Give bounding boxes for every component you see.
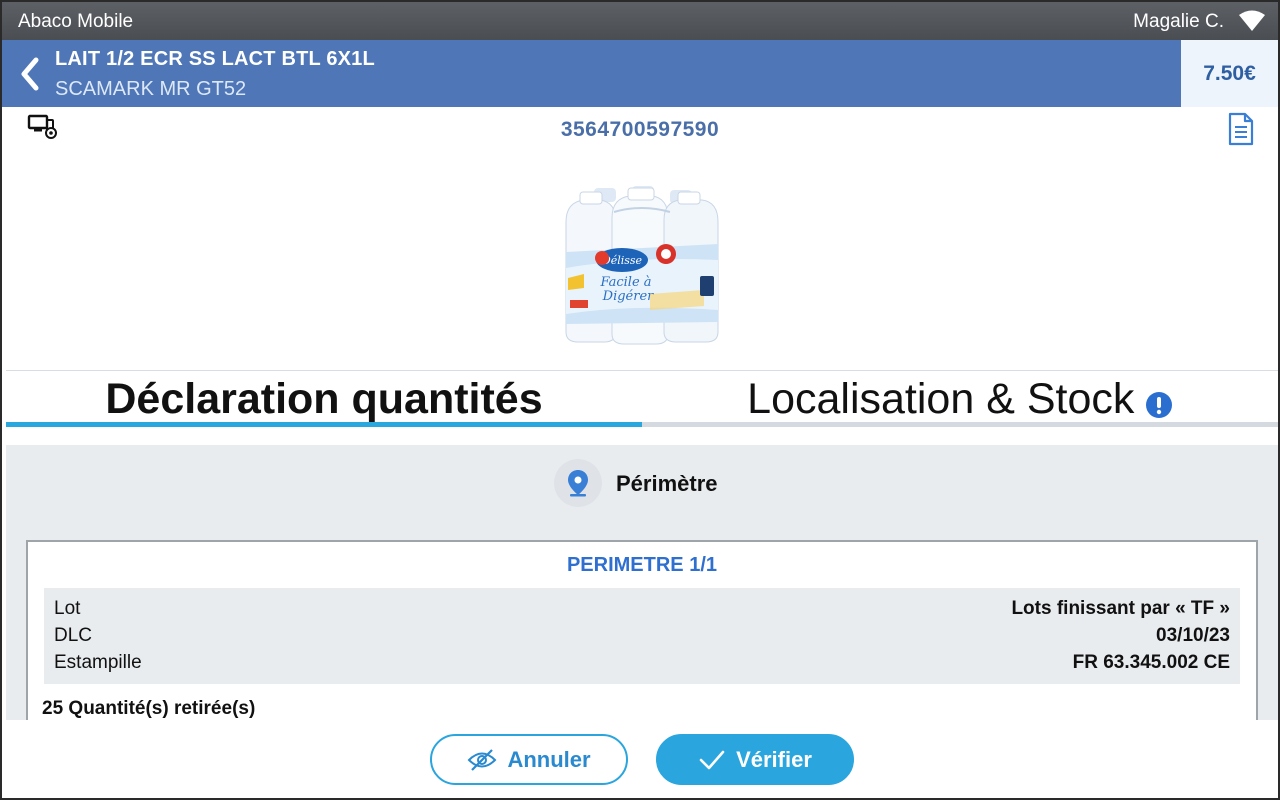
chevron-left-icon[interactable] <box>16 56 44 92</box>
svg-text:Digérer: Digérer <box>602 289 655 304</box>
info-value: 03/10/23 <box>1156 625 1230 646</box>
app-window: Abaco Mobile Magalie C. LAIT 1/2 ECR SS … <box>0 0 1280 800</box>
check-icon <box>699 750 725 769</box>
declaration-panel: Périmètre PERIMETRE 1/1 Lot Lots finissa… <box>6 445 1278 730</box>
info-row-dlc: DLC 03/10/23 <box>44 623 1240 650</box>
alert-icon <box>1145 391 1172 418</box>
tab-label: Déclaration quantités <box>105 375 543 423</box>
status-bar: Abaco Mobile Magalie C. <box>2 2 1278 40</box>
tab-declaration-quantites[interactable]: Déclaration quantités <box>6 371 642 427</box>
user-name: Magalie C. <box>1133 11 1224 32</box>
section-title: Périmètre <box>616 471 718 496</box>
verify-button[interactable]: Vérifier <box>656 734 854 785</box>
wifi-icon <box>1239 10 1265 31</box>
inactive-tab-indicator <box>642 422 1278 427</box>
info-value: FR 63.345.002 CE <box>1072 652 1230 673</box>
app-name: Abaco Mobile <box>18 11 134 32</box>
document-icon[interactable] <box>1226 112 1256 146</box>
svg-text:Facile à: Facile à <box>599 275 651 290</box>
tab-bar: Déclaration quantités Localisation & Sto… <box>6 370 1278 427</box>
eye-slash-icon <box>468 748 497 771</box>
quantity-withdrawn: 25 Quantité(s) retirée(s) <box>42 698 256 719</box>
product-header: LAIT 1/2 ECR SS LACT BTL 6X1L SCAMARK MR… <box>2 40 1278 107</box>
product-image: Délisse Facile à Digérer <box>565 186 719 345</box>
perimeter-card-title: PERIMETRE 1/1 <box>566 554 718 576</box>
perimeter-card: PERIMETRE 1/1 Lot Lots finissant par « T… <box>26 540 1258 730</box>
tab-label: Localisation & Stock <box>747 375 1135 423</box>
info-label: Estampille <box>54 652 142 673</box>
info-value: Lots finissant par « TF » <box>1011 598 1230 619</box>
info-label: DLC <box>54 625 93 646</box>
cancel-label: Annuler <box>507 746 591 772</box>
location-pin-icon <box>554 459 602 507</box>
cancel-button[interactable]: Annuler <box>430 734 628 785</box>
tab-localisation-stock[interactable]: Localisation & Stock <box>642 371 1278 427</box>
info-row-lot: Lot Lots finissant par « TF » <box>44 596 1240 623</box>
action-footer: Annuler Vérifier <box>2 720 1278 798</box>
product-price: 7.50€ <box>1181 40 1278 107</box>
verify-label: Vérifier <box>736 746 812 772</box>
product-subtitle: SCAMARK MR GT52 <box>55 78 247 100</box>
perimeter-info: Lot Lots finissant par « TF » DLC 03/10/… <box>44 588 1240 684</box>
product-barcode: 3564700597590 <box>560 118 720 141</box>
info-label: Lot <box>54 598 81 619</box>
product-title: LAIT 1/2 ECR SS LACT BTL 6X1L <box>55 48 375 70</box>
active-tab-indicator <box>6 422 642 427</box>
info-row-estampille: Estampille FR 63.345.002 CE <box>44 650 1240 677</box>
